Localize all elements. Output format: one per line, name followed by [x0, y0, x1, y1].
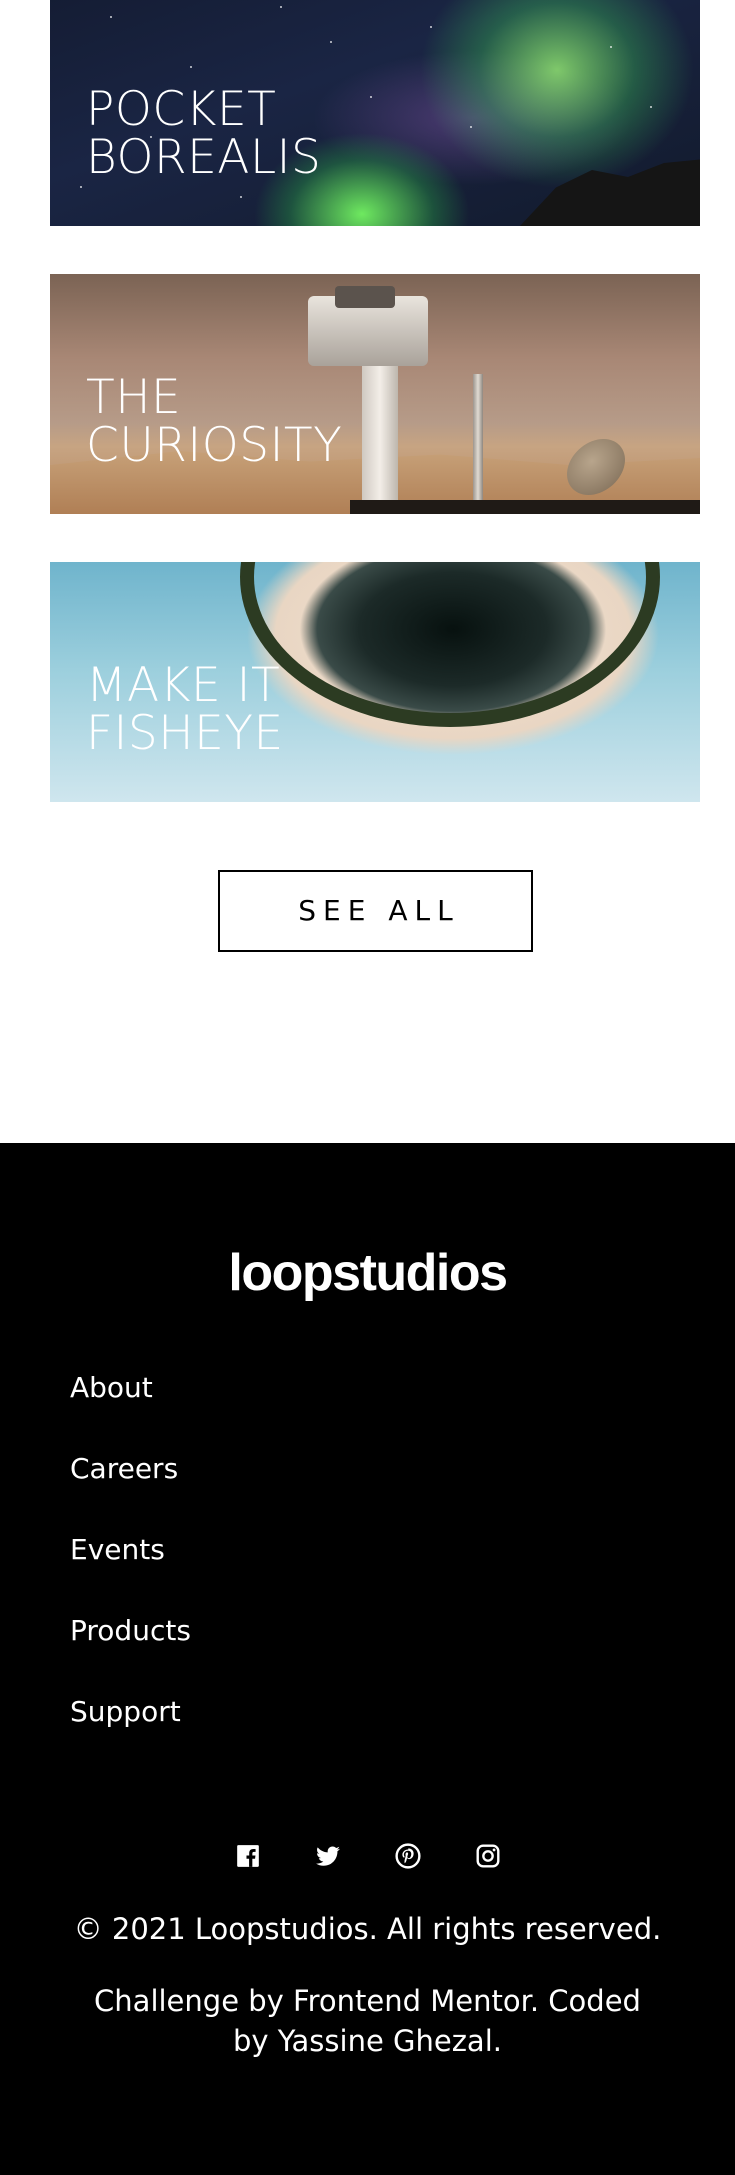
card-title-line: CURIOSITY: [86, 418, 343, 473]
card-title-line: BOREALIS: [86, 130, 322, 185]
card-title: THE CURIOSITY: [86, 374, 406, 470]
card-title-line: THE: [86, 370, 182, 425]
card-title: MAKE IT FISHEYE: [86, 662, 406, 758]
facebook-icon[interactable]: [235, 1843, 261, 1869]
pinterest-icon[interactable]: [394, 1843, 421, 1869]
social-links: [0, 1843, 735, 1869]
footer: loopstudios About Careers Events Product…: [0, 1143, 735, 2175]
page: POCKET BOREALIS THE CURIOSITY MAKE IT FI…: [0, 0, 735, 2175]
logo[interactable]: loopstudios: [0, 1243, 735, 1303]
footer-nav-products[interactable]: Products: [70, 1611, 191, 1692]
card-title-line: POCKET: [86, 82, 277, 137]
credit-text: Challenge by Frontend Mentor. Coded by Y…: [94, 1984, 641, 2058]
instagram-icon[interactable]: [475, 1843, 501, 1869]
creation-card-pocket-borealis[interactable]: POCKET BOREALIS: [50, 0, 700, 226]
footer-nav: About Careers Events Products Support: [70, 1368, 191, 1773]
footer-nav-support[interactable]: Support: [70, 1692, 191, 1773]
footer-nav-events[interactable]: Events: [70, 1530, 191, 1611]
creation-card-the-curiosity[interactable]: THE CURIOSITY: [50, 274, 700, 514]
card-title-line: MAKE IT: [86, 658, 281, 713]
footer-nav-careers[interactable]: Careers: [70, 1449, 191, 1530]
copyright-text: © 2021 Loopstudios. All rights reserved.: [73, 1912, 662, 1946]
card-title-line: FISHEYE: [86, 706, 284, 761]
card-title: POCKET BOREALIS: [86, 86, 406, 182]
footer-nav-about[interactable]: About: [70, 1368, 191, 1449]
creation-card-make-it-fisheye[interactable]: MAKE IT FISHEYE: [50, 562, 700, 802]
twitter-icon[interactable]: [315, 1843, 341, 1869]
see-all-button[interactable]: SEE ALL: [218, 870, 533, 952]
